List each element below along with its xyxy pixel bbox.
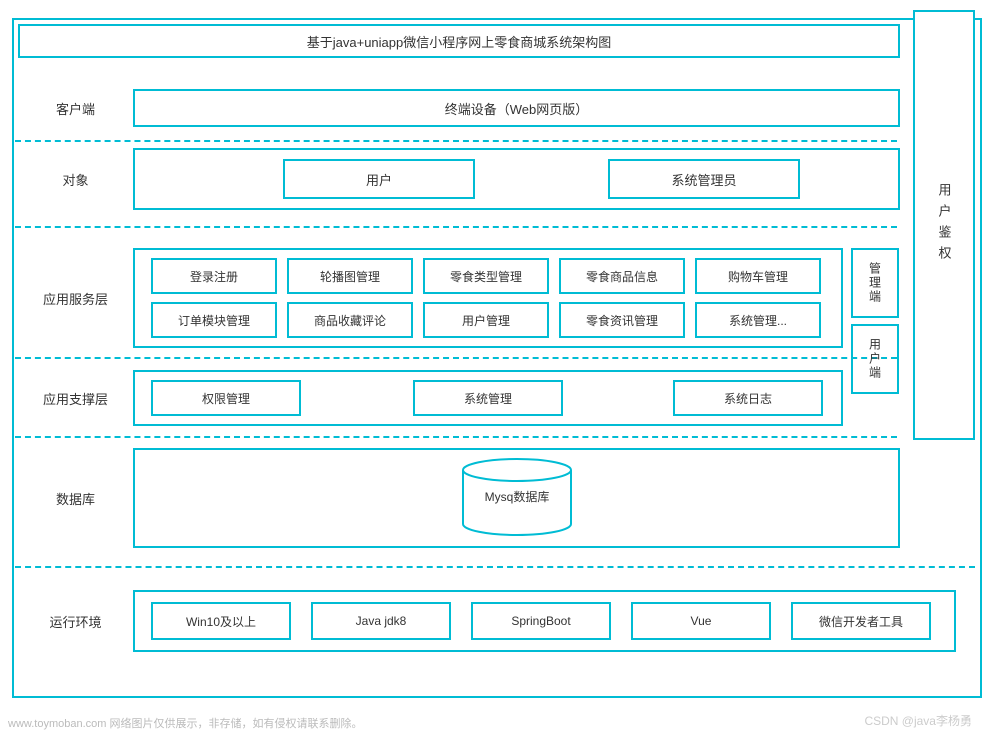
title-text: 基于java+uniapp微信小程序网上零食商城系统架构图: [307, 32, 611, 51]
service-login-box: 登录注册: [151, 258, 277, 294]
service-cart-box: 购物车管理: [695, 258, 821, 294]
diagram-title: 基于java+uniapp微信小程序网上零食商城系统架构图: [18, 24, 900, 58]
support-system-box: 系统管理: [413, 380, 563, 416]
divider: [15, 357, 897, 359]
client-device-text: 终端设备（Web网页版）: [445, 99, 589, 118]
service-user-mgmt-box: 用户管理: [423, 302, 549, 338]
service-news-box: 零食资讯管理: [559, 302, 685, 338]
service-favorite-box: 商品收藏评论: [287, 302, 413, 338]
object-admin-box: 系统管理员: [608, 159, 800, 199]
app-support-label: 应用支撑层: [18, 370, 133, 426]
client-row: 客户端 终端设备（Web网页版）: [18, 82, 900, 134]
architecture-diagram: 基于java+uniapp微信小程序网上零食商城系统架构图 客户端 终端设备（W…: [0, 0, 987, 735]
footer-credit: CSDN @java李杨勇: [864, 712, 972, 729]
user-auth-box: 用户鉴权: [913, 10, 975, 440]
support-log-box: 系统日志: [673, 380, 823, 416]
footer-disclaimer: www.toymoban.com 网络图片仅供展示，非存储，如有侵权请联系删除。: [8, 715, 362, 731]
runtime-label: 运行环境: [18, 590, 133, 652]
object-row: 对象 用户 系统管理员: [18, 148, 900, 210]
service-snack-type-box: 零食类型管理: [423, 258, 549, 294]
support-permission-box: 权限管理: [151, 380, 301, 416]
service-carousel-box: 轮播图管理: [287, 258, 413, 294]
runtime-row: 运行环境 Win10及以上 Java jdk8 SpringBoot Vue 微…: [18, 590, 900, 652]
app-service-label: 应用服务层: [18, 248, 133, 348]
object-label: 对象: [18, 148, 133, 210]
divider: [15, 140, 897, 142]
database-label: 数据库: [18, 448, 133, 548]
divider: [15, 436, 897, 438]
runtime-java-box: Java jdk8: [311, 602, 451, 640]
database-name: Mysq数据库: [461, 488, 573, 505]
runtime-springboot-box: SpringBoot: [471, 602, 611, 640]
mgmt-side-box: 管理端: [851, 248, 899, 318]
service-system-box: 系统管理...: [695, 302, 821, 338]
object-user-text: 用户: [366, 170, 392, 189]
object-user-box: 用户: [283, 159, 475, 199]
service-order-box: 订单模块管理: [151, 302, 277, 338]
divider: [15, 226, 897, 228]
runtime-wechat-box: 微信开发者工具: [791, 602, 931, 640]
runtime-os-box: Win10及以上: [151, 602, 291, 640]
app-support-row: 应用支撑层 权限管理 系统管理 系统日志: [18, 370, 900, 426]
client-label: 客户端: [18, 82, 133, 134]
user-auth-text: 用户鉴权: [935, 183, 954, 267]
app-service-row: 应用服务层 登录注册 轮播图管理 零食类型管理 零食商品信息 购物车管理 订单模…: [18, 248, 900, 348]
divider: [15, 566, 975, 568]
client-device-box: 终端设备（Web网页版）: [133, 89, 900, 127]
service-snack-info-box: 零食商品信息: [559, 258, 685, 294]
database-cylinder-icon: Mysq数据库: [461, 458, 573, 536]
database-row: 数据库 Mysq数据库: [18, 448, 900, 548]
runtime-vue-box: Vue: [631, 602, 771, 640]
object-admin-text: 系统管理员: [671, 170, 736, 189]
